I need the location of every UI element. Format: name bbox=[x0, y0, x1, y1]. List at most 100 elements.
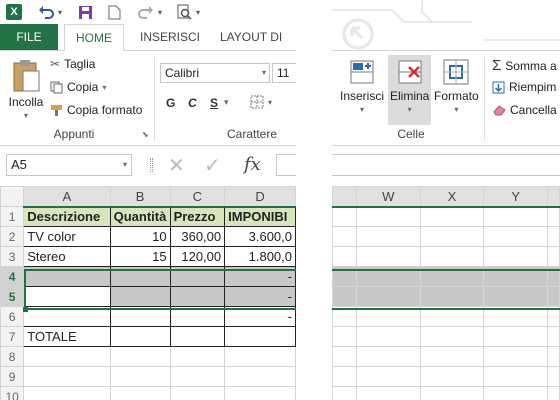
cell-b1[interactable]: Quantità bbox=[109, 206, 171, 227]
grid-cell[interactable] bbox=[355, 246, 421, 267]
cell-d8[interactable] bbox=[224, 346, 296, 367]
row-header[interactable]: 7 bbox=[0, 326, 25, 347]
cell-c9[interactable] bbox=[169, 366, 226, 387]
grid-cell[interactable] bbox=[483, 366, 549, 387]
format-cells-button[interactable]: Formato ▾ bbox=[434, 57, 479, 114]
cell-a10[interactable] bbox=[23, 386, 111, 400]
cell-c8[interactable] bbox=[169, 346, 226, 367]
grid-cell[interactable] bbox=[419, 386, 485, 400]
grid-cell[interactable] bbox=[355, 206, 421, 227]
redo-dropdown-icon[interactable]: ▾ bbox=[158, 3, 162, 21]
grid-cell[interactable] bbox=[419, 246, 485, 267]
cell-a4[interactable] bbox=[23, 266, 111, 287]
name-box[interactable]: A5 ▾ bbox=[6, 154, 132, 176]
grid-cell[interactable] bbox=[547, 246, 560, 267]
paste-button[interactable]: Incolla ▾ bbox=[6, 59, 46, 120]
insert-function-icon[interactable]: fx bbox=[244, 154, 261, 175]
column-header-z[interactable] bbox=[547, 186, 560, 208]
delete-cells-button[interactable]: Elimina ▾ bbox=[388, 55, 432, 125]
cell-b5[interactable] bbox=[109, 286, 171, 307]
undo-icon[interactable] bbox=[38, 3, 54, 21]
column-header-b[interactable]: B bbox=[109, 186, 171, 208]
cell-d3[interactable]: 1.800,0 bbox=[224, 246, 296, 267]
row-header[interactable]: 6 bbox=[0, 306, 25, 327]
grid-cell[interactable] bbox=[332, 246, 357, 267]
column-header-c[interactable]: C bbox=[169, 186, 226, 208]
cell-b3[interactable]: 15 bbox=[109, 246, 171, 267]
grid-cell[interactable] bbox=[332, 286, 357, 307]
new-document-icon[interactable] bbox=[108, 3, 121, 21]
clipboard-dialog-launcher-icon[interactable]: ⬊ bbox=[142, 130, 149, 139]
cell-a7[interactable]: TOTALE bbox=[23, 326, 111, 347]
column-header-d[interactable]: D bbox=[224, 186, 296, 208]
underline-dropdown-icon[interactable]: ▾ bbox=[224, 97, 229, 108]
cell-d9[interactable] bbox=[224, 366, 296, 387]
cell-c7[interactable] bbox=[169, 326, 226, 347]
font-size-combo[interactable]: 11 bbox=[272, 63, 296, 83]
cell-c1[interactable]: Prezzo bbox=[169, 206, 226, 227]
cell-d10[interactable] bbox=[224, 386, 296, 400]
row-header[interactable]: 1 bbox=[0, 206, 25, 227]
cell-a1[interactable]: Descrizione bbox=[23, 206, 111, 227]
row-header[interactable]: 5 bbox=[0, 286, 25, 307]
cell-d7[interactable] bbox=[224, 326, 296, 347]
row-header[interactable]: 2 bbox=[0, 226, 25, 247]
tab-page-layout[interactable]: LAYOUT DI PA bbox=[212, 24, 296, 70]
cancel-icon[interactable]: ✕ bbox=[168, 153, 185, 178]
grid-cell[interactable] bbox=[332, 306, 357, 327]
grid-cell[interactable] bbox=[483, 326, 549, 347]
row-header[interactable]: 10 bbox=[0, 386, 25, 400]
cell-b7[interactable] bbox=[109, 326, 171, 347]
cell-d5[interactable]: - bbox=[224, 286, 296, 307]
grid-cell[interactable] bbox=[547, 386, 560, 400]
grid-cell[interactable] bbox=[419, 286, 485, 307]
grid-cell[interactable] bbox=[483, 286, 549, 307]
grid-cell[interactable] bbox=[355, 306, 421, 327]
format-painter-button[interactable]: Copia formato bbox=[50, 103, 142, 117]
cell-d1[interactable]: IMPONIBI bbox=[224, 206, 296, 227]
save-icon[interactable] bbox=[78, 3, 93, 21]
column-header-a[interactable]: A bbox=[23, 186, 111, 208]
undo-dropdown-icon[interactable]: ▾ bbox=[58, 3, 62, 21]
redo-icon[interactable] bbox=[138, 3, 154, 21]
cell-a2[interactable]: TV color bbox=[23, 226, 111, 247]
grid-cell[interactable] bbox=[547, 306, 560, 327]
cell-d4[interactable]: - bbox=[224, 266, 296, 287]
tab-insert[interactable]: INSERISCI bbox=[132, 24, 208, 50]
grid-cell[interactable] bbox=[332, 346, 357, 367]
grid-cell[interactable] bbox=[419, 326, 485, 347]
bold-button[interactable]: G bbox=[166, 96, 175, 110]
grid-cell[interactable] bbox=[547, 266, 560, 287]
grid-cell[interactable] bbox=[547, 366, 560, 387]
grid-cell[interactable] bbox=[332, 326, 357, 347]
grid-cell[interactable] bbox=[355, 326, 421, 347]
cell-c10[interactable] bbox=[169, 386, 226, 400]
cell-b2[interactable]: 10 bbox=[109, 226, 171, 247]
tab-home[interactable]: HOME bbox=[64, 24, 124, 51]
grid-cell[interactable] bbox=[547, 286, 560, 307]
cell-c6[interactable] bbox=[169, 306, 226, 327]
cell-d6[interactable]: - bbox=[224, 306, 296, 327]
cell-a5-active[interactable] bbox=[23, 286, 111, 307]
font-name-combo[interactable]: Calibri ▾ bbox=[160, 63, 270, 83]
underline-button[interactable]: S bbox=[210, 96, 218, 110]
formula-input-right[interactable] bbox=[332, 154, 560, 176]
grid-cell[interactable] bbox=[483, 246, 549, 267]
grid-cell[interactable] bbox=[547, 206, 560, 227]
cell-a9[interactable] bbox=[23, 366, 111, 387]
grid-cell[interactable] bbox=[547, 346, 560, 367]
formula-input[interactable] bbox=[276, 154, 296, 176]
preview-dropdown-icon[interactable]: ▾ bbox=[196, 3, 200, 21]
formula-bar-grip[interactable] bbox=[150, 158, 153, 172]
fill-button[interactable]: Riempim bbox=[492, 80, 556, 94]
grid-cell[interactable] bbox=[332, 226, 357, 247]
grid-cell[interactable] bbox=[332, 386, 357, 400]
cut-button[interactable]: ✂ Taglia bbox=[50, 57, 95, 71]
row-header[interactable]: 3 bbox=[0, 246, 25, 267]
cell-d2[interactable]: 3.600,0 bbox=[224, 226, 296, 247]
grid-cell[interactable] bbox=[419, 266, 485, 287]
cell-b9[interactable] bbox=[109, 366, 171, 387]
grid-cell[interactable] bbox=[483, 386, 549, 400]
column-header-v[interactable] bbox=[332, 186, 357, 208]
row-header[interactable]: 9 bbox=[0, 366, 25, 387]
